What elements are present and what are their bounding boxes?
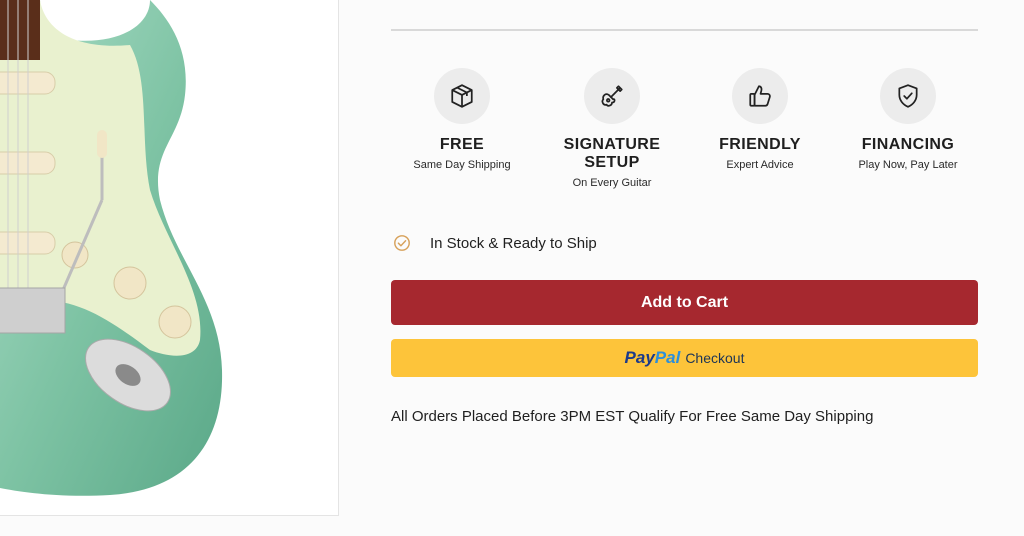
feature-title: FREE bbox=[439, 136, 485, 153]
paypal-logo-pal: Pal bbox=[654, 348, 681, 367]
feature-financing: FINANCING Play Now, Pay Later bbox=[833, 68, 983, 172]
box-icon bbox=[434, 68, 490, 124]
paypal-logo-pay: Pay bbox=[624, 348, 655, 367]
shield-check-icon bbox=[880, 68, 936, 124]
feature-subtitle: On Every Guitar bbox=[572, 177, 652, 189]
paypal-checkout-label: Checkout bbox=[685, 350, 745, 366]
feature-title: FINANCING bbox=[861, 136, 955, 153]
feature-subtitle: Same Day Shipping bbox=[413, 159, 511, 171]
thumbs-up-icon bbox=[732, 68, 788, 124]
paypal-checkout-button[interactable]: Pay Pal Checkout bbox=[391, 339, 978, 377]
shipping-note: All Orders Placed Before 3PM EST Qualify… bbox=[391, 408, 874, 425]
product-image[interactable] bbox=[0, 0, 339, 516]
guitar-body-image bbox=[0, 0, 223, 496]
check-circle-icon bbox=[394, 235, 410, 251]
feature-title: SIGNATURE SETUP bbox=[563, 136, 661, 171]
feature-subtitle: Play Now, Pay Later bbox=[858, 159, 958, 171]
stock-text: In Stock & Ready to Ship bbox=[430, 234, 597, 252]
feature-friendly: FRIENDLY Expert Advice bbox=[685, 68, 835, 172]
feature-list: FREE Same Day Shipping SIGNATURE SETUP O… bbox=[391, 68, 991, 208]
feature-subtitle: Expert Advice bbox=[726, 159, 794, 171]
add-to-cart-button[interactable]: Add to Cart bbox=[391, 280, 978, 325]
section-divider bbox=[391, 29, 978, 31]
feature-title: FRIENDLY bbox=[719, 136, 801, 153]
add-to-cart-label: Add to Cart bbox=[640, 293, 729, 311]
stock-status: In Stock & Ready to Ship bbox=[393, 232, 597, 254]
feature-free-shipping: FREE Same Day Shipping bbox=[387, 68, 537, 172]
guitar-icon bbox=[584, 68, 640, 124]
feature-signature-setup: SIGNATURE SETUP On Every Guitar bbox=[537, 68, 687, 190]
